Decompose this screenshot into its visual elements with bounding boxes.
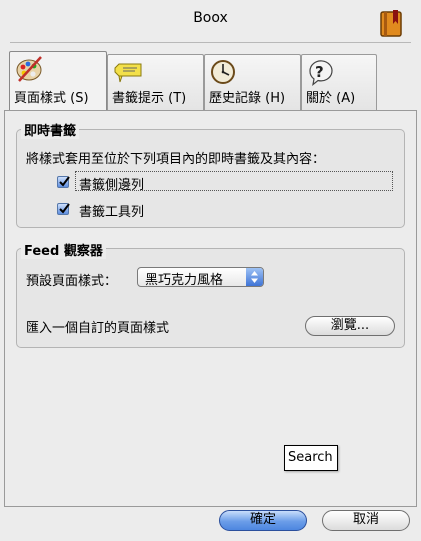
tab-label: 頁面樣式 (S): [14, 91, 89, 106]
title-separator: [10, 42, 411, 43]
clock-icon: [210, 58, 240, 86]
tab-about[interactable]: ? 關於 (A): [301, 54, 377, 110]
window-title: Boox: [193, 10, 228, 26]
tag-icon: [113, 58, 143, 86]
bookmarks-sidebar-checkbox[interactable]: [57, 176, 70, 188]
book-icon: [379, 10, 405, 38]
question-bubble-icon: ?: [307, 58, 337, 86]
up-down-arrows-icon: [246, 268, 263, 286]
svg-text:?: ?: [315, 63, 324, 81]
ok-button[interactable]: 確定: [219, 510, 307, 531]
tab-label: 書籤提示 (T): [112, 91, 187, 106]
tab-label: 關於 (A): [306, 91, 356, 106]
default-style-popup[interactable]: 黑巧克力風格: [137, 267, 264, 288]
browse-button[interactable]: 瀏覽...: [305, 316, 395, 336]
default-style-value: 黑巧克力風格: [145, 273, 224, 288]
checkmark-icon: [59, 176, 70, 187]
tab-page-style[interactable]: 頁面樣式 (S): [9, 51, 107, 111]
cancel-button[interactable]: 取消: [322, 510, 410, 531]
instant-bookmarks-description: 將樣式套用至位於下列項目內的即時書籤及其內容：: [26, 152, 326, 167]
tab-history[interactable]: 歷史記錄 (H): [204, 54, 301, 110]
tab-bookmark-tips[interactable]: 書籤提示 (T): [107, 54, 204, 110]
palette-icon: [15, 55, 45, 83]
bookmarks-sidebar-label[interactable]: 書籤側邊列: [79, 174, 144, 193]
group-title: Feed 觀察器: [21, 240, 106, 259]
bookmarks-toolbar-label[interactable]: 書籤工具列: [79, 201, 144, 220]
checkmark-icon: [59, 203, 70, 214]
import-style-label: 匯入一個自訂的頁面樣式: [26, 321, 170, 336]
group-title: 即時書籤: [21, 120, 80, 139]
search-tooltip: Search: [284, 445, 338, 471]
default-style-label: 預設頁面樣式：: [26, 274, 118, 289]
bookmarks-toolbar-checkbox[interactable]: [57, 203, 70, 215]
tab-label: 歷史記錄 (H): [209, 91, 286, 106]
